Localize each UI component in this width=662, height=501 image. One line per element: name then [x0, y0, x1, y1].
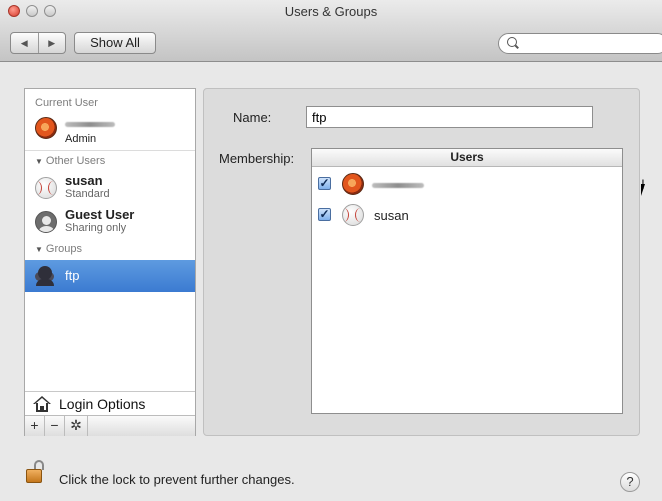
- group-icon: [35, 266, 57, 286]
- login-options-item[interactable]: Login Options: [25, 391, 195, 416]
- window-title: Users & Groups: [284, 4, 378, 19]
- groups-header[interactable]: ▼ Groups: [35, 243, 82, 255]
- group-name: ftp: [65, 268, 80, 283]
- membership-label: Membership:: [219, 151, 295, 166]
- flower-avatar-icon: [35, 117, 57, 139]
- member-name: susan: [374, 208, 409, 223]
- name-label: Name:: [233, 110, 272, 125]
- users-column-header[interactable]: Users: [312, 149, 622, 167]
- redacted-user-name: [65, 122, 115, 127]
- back-forward-control: ◀ ▶: [10, 32, 66, 54]
- disclosure-triangle-icon: ▼: [35, 245, 43, 254]
- sidebar-item-guest-user[interactable]: Guest User Sharing only: [25, 205, 195, 243]
- lock-icon[interactable]: [26, 460, 44, 484]
- search-icon: [507, 37, 517, 47]
- add-user-button[interactable]: +: [25, 416, 45, 436]
- other-users-header[interactable]: ▼ Other Users: [35, 155, 105, 167]
- flower-avatar-icon: [342, 173, 364, 195]
- user-role: Standard: [65, 188, 110, 200]
- list-button-bar: + − ✲: [25, 415, 195, 436]
- table-row[interactable]: ✓ susan: [312, 202, 622, 228]
- house-icon: [33, 396, 51, 412]
- show-all-button[interactable]: Show All: [74, 32, 156, 54]
- back-button[interactable]: ◀: [11, 33, 39, 53]
- users-list: Current User Admin ▼ Other Users susan St…: [24, 88, 196, 436]
- login-options-label: Login Options: [59, 396, 146, 412]
- user-name: Guest User: [65, 207, 135, 222]
- window-toolbar: Users & Groups ◀ ▶ Show All: [0, 0, 662, 62]
- baseball-avatar-icon: [35, 177, 57, 199]
- mouse-pointer-icon: [641, 184, 649, 196]
- search-input[interactable]: [521, 36, 645, 52]
- table-row[interactable]: ✓: [312, 171, 622, 197]
- member-checkbox[interactable]: ✓: [318, 208, 331, 221]
- sidebar-item-current-user[interactable]: Admin: [25, 111, 195, 149]
- forward-button[interactable]: ▶: [39, 33, 66, 53]
- search-field[interactable]: [498, 33, 662, 54]
- remove-user-button[interactable]: −: [45, 416, 65, 436]
- gear-icon[interactable]: ✲: [65, 416, 88, 436]
- member-checkbox[interactable]: ✓: [318, 177, 331, 190]
- sidebar-item-ftp[interactable]: ftp: [25, 260, 195, 292]
- group-name-field[interactable]: [306, 106, 593, 128]
- current-user-header: Current User: [35, 97, 98, 109]
- user-role: Sharing only: [65, 222, 127, 234]
- help-button[interactable]: ?: [620, 472, 640, 492]
- sidebar-item-susan[interactable]: susan Standard: [25, 169, 195, 207]
- redacted-member-name: [372, 183, 424, 188]
- user-name: susan: [65, 173, 103, 188]
- guest-avatar-icon: [35, 211, 57, 233]
- divider: [25, 150, 195, 151]
- current-user-role: Admin: [65, 133, 97, 145]
- membership-table[interactable]: Users ✓ ✓ susan: [311, 148, 623, 414]
- baseball-avatar-icon: [342, 204, 364, 226]
- lock-message: Click the lock to prevent further change…: [59, 472, 295, 487]
- disclosure-triangle-icon: ▼: [35, 157, 43, 166]
